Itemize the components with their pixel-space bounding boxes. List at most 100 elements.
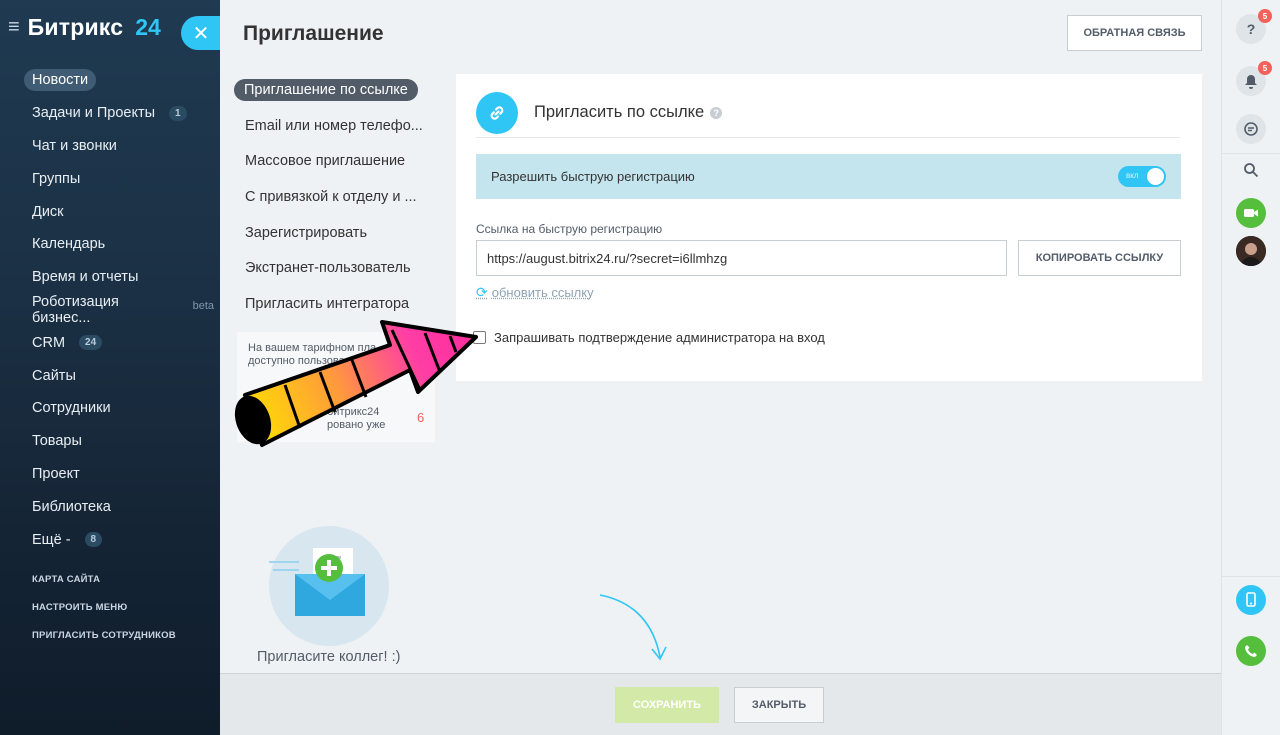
configure-menu-link[interactable]: НАСТРОИТЬ МЕНЮ (32, 601, 176, 629)
sitemap-link[interactable]: КАРТА САЙТА (32, 573, 176, 601)
registration-link-input[interactable]: https://august.bitrix24.ru/?secret=i6llm… (476, 240, 1007, 276)
submenu-item-label: С привязкой к отделу и ... (245, 188, 417, 205)
search-icon (1244, 163, 1259, 178)
quick-registration-row: Разрешить быструю регистрацию вкл (476, 154, 1181, 199)
refresh-link[interactable]: ⟳ обновить ссылку (476, 284, 594, 301)
submenu-item-label: Зарегистрировать (245, 224, 368, 241)
nav-small-links: КАРТА САЙТА НАСТРОИТЬ МЕНЮ ПРИГЛАСИТЬ СО… (32, 573, 176, 657)
admin-confirmation-label[interactable]: Запрашивать подтверждение администратора… (494, 330, 825, 345)
nav-item[interactable]: Чат и звонки (24, 130, 214, 163)
nav-item[interactable]: CRM 24 (24, 326, 214, 359)
video-call-button[interactable] (1236, 198, 1266, 228)
nav-item-label: Новости (24, 69, 97, 92)
close-slider-button[interactable]: ✕ (181, 16, 221, 50)
toggle-state-text: вкл (1126, 171, 1139, 180)
save-button[interactable]: СОХРАНИТЬ (615, 687, 719, 723)
nav-item-counter: 24 (79, 335, 103, 351)
page-title: Приглашение (243, 22, 384, 45)
bell-icon (1245, 74, 1257, 89)
submenu-item[interactable]: Email или номер телефо... (234, 108, 429, 144)
card-header: Пригласить по ссылке ? (476, 88, 1180, 138)
invite-employees-link[interactable]: ПРИГЛАСИТЬ СОТРУДНИКОВ (32, 629, 176, 657)
nav-list: Новости Задачи и Проекты 1 Чат и звонки Груп… (24, 64, 214, 556)
nav-item-label: Проект (32, 465, 80, 482)
brand-name: Битрикс (27, 14, 124, 40)
nav-item-label: Чат и звонки (32, 137, 117, 154)
submenu-item-label: Приглашение по ссылке (234, 78, 418, 101)
submenu-item-label: Массовое приглашение (245, 153, 406, 170)
submenu-item[interactable]: Пригласить интегратора (234, 286, 429, 322)
user-avatar[interactable] (1236, 236, 1266, 266)
close-icon: ✕ (192, 22, 210, 45)
right-separator (1222, 153, 1280, 154)
mobile-app-button[interactable] (1236, 585, 1266, 615)
submenu-item[interactable]: Приглашение по ссылке (234, 72, 429, 108)
nav-item[interactable]: Товары (24, 425, 214, 458)
beta-label: beta (192, 299, 214, 312)
question-icon: ? (1246, 21, 1256, 37)
nav-item[interactable]: Календарь (24, 228, 214, 261)
registration-link-label: Ссылка на быструю регистрацию (476, 222, 663, 236)
nav-item[interactable]: Проект (24, 458, 214, 491)
nav-item-counter: 8 (84, 532, 103, 548)
quick-registration-toggle[interactable]: вкл (1118, 166, 1166, 187)
messenger-button[interactable] (1236, 114, 1266, 144)
nav-item[interactable]: Задачи и Проекты 1 (24, 97, 214, 130)
nav-item-label: Группы (32, 170, 81, 187)
search-button[interactable] (1236, 155, 1266, 185)
nav-item[interactable]: Ещё - 8 (24, 523, 214, 556)
notifications-button[interactable]: 5 (1236, 61, 1272, 96)
nav-item-label: Диск (32, 203, 64, 220)
admin-confirmation-row: Запрашивать подтверждение администратора… (457, 313, 855, 362)
submenu-item[interactable]: Массовое приглашение (234, 143, 429, 179)
brand-number: 24 (135, 14, 161, 40)
admin-confirmation-checkbox[interactable] (473, 331, 486, 344)
invitation-panel: Приглашение ОБРАТНАЯ СВЯЗЬ Приглашение п… (220, 0, 1221, 735)
chat-icon (1244, 122, 1258, 136)
submenu-item[interactable]: Зарегистрировать (234, 215, 429, 251)
nav-item-label: Библиотека (32, 498, 111, 515)
refresh-link-label: обновить ссылку (491, 285, 594, 300)
copy-link-button[interactable]: КОПИРОВАТЬ ССЫЛКУ (1018, 240, 1181, 276)
avatar-icon (1236, 236, 1266, 266)
nav-item-label: Сайты (32, 367, 76, 384)
nav-item[interactable]: Сотрудники (24, 392, 214, 425)
refresh-icon: ⟳ (476, 284, 488, 300)
help-icon[interactable]: ? (710, 106, 723, 119)
phone-button[interactable] (1236, 636, 1266, 666)
video-icon (1244, 209, 1258, 217)
nav-item[interactable]: Диск (24, 195, 214, 228)
nav-item[interactable]: Новости (24, 64, 214, 97)
help-badge: 5 (1258, 9, 1272, 23)
tariff-text: На вашем тарифном пла доступно пользова (248, 342, 428, 368)
tariff-line-4: ровано уже (327, 419, 386, 431)
logo[interactable]: ≡ Битрикс 24 (8, 14, 161, 41)
submenu-item[interactable]: С привязкой к отделу и ... (234, 179, 429, 215)
nav-item-label: Сотрудники (32, 400, 111, 417)
nav-item-counter: 1 (169, 105, 187, 121)
feedback-button[interactable]: ОБРАТНАЯ СВЯЗЬ (1067, 15, 1202, 51)
help-button[interactable]: ? 5 (1236, 9, 1272, 44)
left-navigation: ≡ Битрикс 24 Новости Задачи и Проекты 1 Чат … (0, 0, 220, 735)
mobile-icon (1246, 592, 1256, 607)
nav-item-label: Товары (32, 433, 82, 450)
nav-item[interactable]: Время и отчеты (24, 261, 214, 294)
phone-icon (1245, 645, 1257, 657)
menu-burger-icon[interactable]: ≡ (8, 16, 20, 39)
nav-item[interactable]: Группы (24, 162, 214, 195)
submenu-item[interactable]: Экстранет-пользователь (234, 250, 429, 286)
nav-item[interactable]: Сайты (24, 359, 214, 392)
tariff-line-3: битрикс24 (327, 406, 380, 418)
nav-item-label: CRM (32, 334, 66, 351)
notifications-badge: 5 (1258, 61, 1272, 75)
invited-count: 6 (417, 410, 425, 425)
nav-item[interactable]: Роботизация бизнес... beta (24, 294, 214, 327)
nav-item-label: Календарь (32, 236, 106, 253)
close-button[interactable]: ЗАКРЫТЬ (734, 687, 824, 723)
link-icon (476, 91, 518, 134)
nav-item-label: Ещё - (32, 531, 71, 548)
hint-arrow-icon (599, 594, 667, 661)
submenu-item-label: Email или номер телефо... (245, 117, 423, 134)
nav-item[interactable]: Библиотека (24, 490, 214, 523)
right-separator-bottom (1222, 576, 1280, 577)
